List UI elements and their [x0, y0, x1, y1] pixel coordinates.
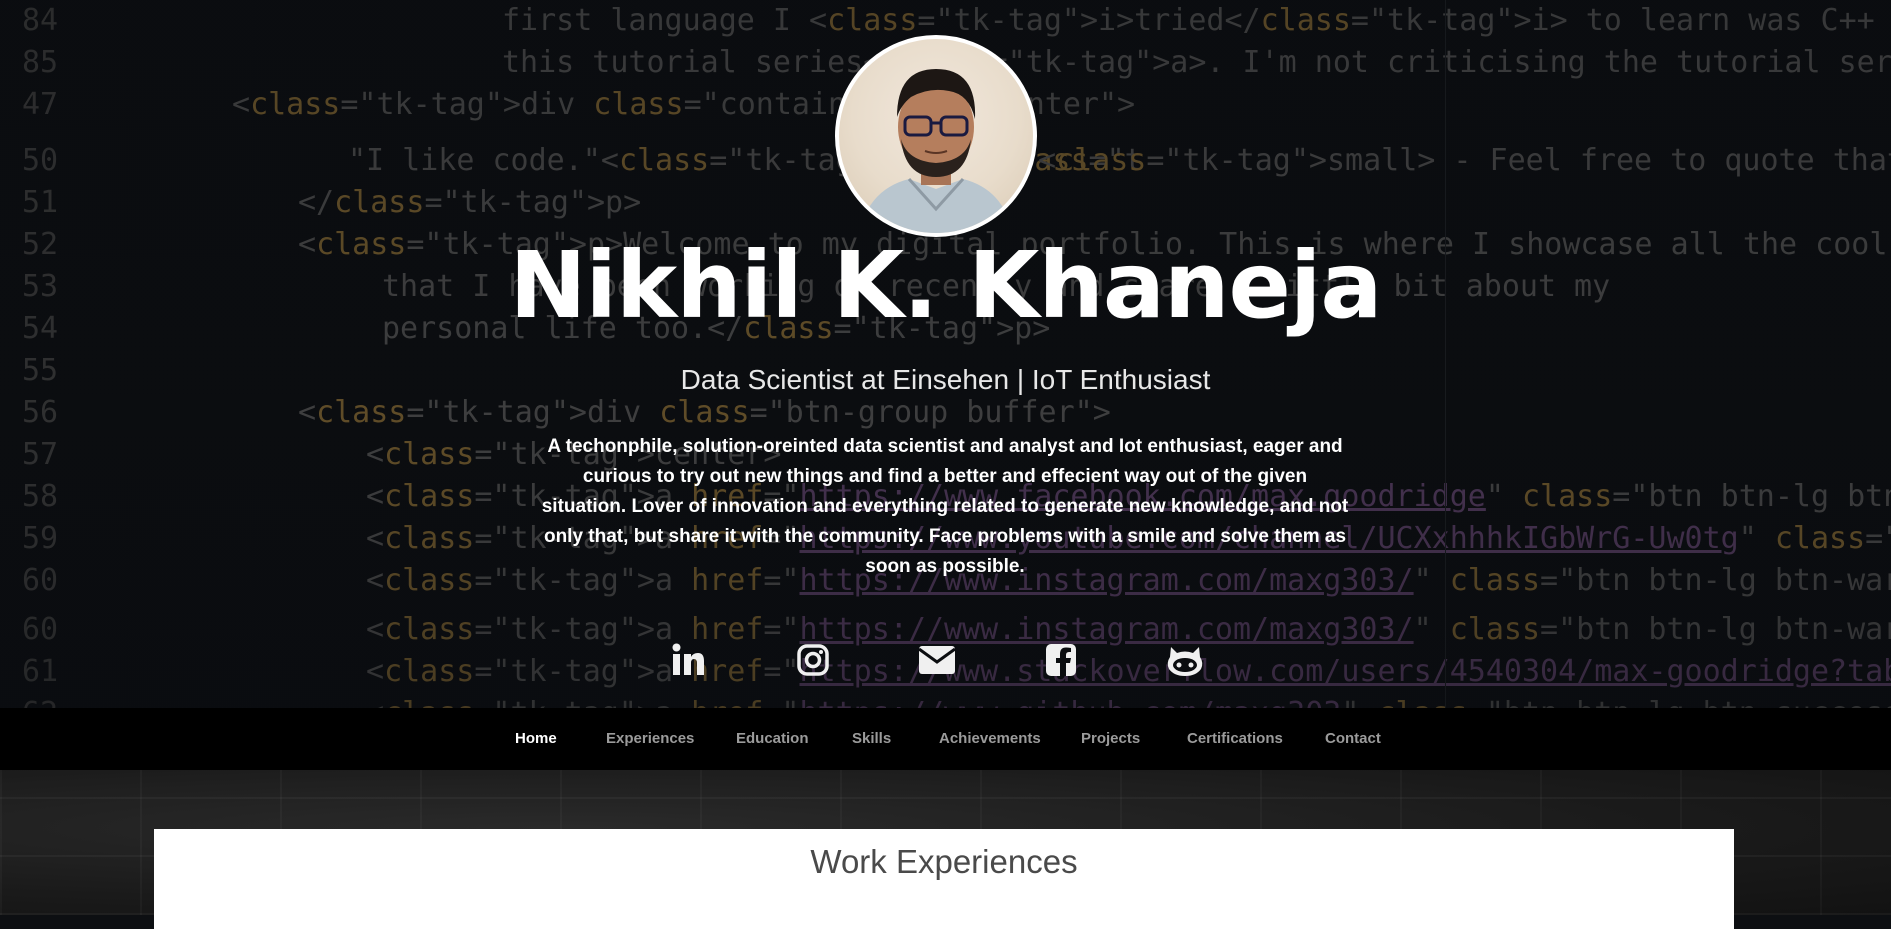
nav-certifications[interactable]: Certifications [1187, 708, 1283, 770]
nav-skills[interactable]: Skills [852, 708, 891, 770]
section-title: Work Experiences [810, 843, 1078, 880]
hero-section: 84first language I <class="tk-tag">i>tri… [0, 0, 1891, 708]
experience-card: Work Experiences [154, 829, 1734, 929]
content-background: Work Experiences [0, 770, 1891, 929]
nav-education[interactable]: Education [736, 708, 809, 770]
email-icon[interactable] [917, 640, 957, 680]
profile-photo [835, 35, 1037, 237]
facebook-icon[interactable] [1041, 640, 1081, 680]
profile-bio: A techonphile, solution-oreinted data sc… [541, 436, 1349, 577]
instagram-icon[interactable] [793, 640, 833, 680]
nav-achievements[interactable]: Achievements [939, 708, 1041, 770]
linkedin-icon[interactable] [668, 640, 708, 680]
profile-tagline: Data Scientist at Einsehen | IoT Enthusi… [680, 364, 1211, 395]
nav-experiences[interactable]: Experiences [606, 708, 694, 770]
github-icon[interactable] [1165, 640, 1205, 680]
profile-name: Nikhil K. Khaneja [509, 232, 1383, 339]
nav-home[interactable]: Home [515, 708, 557, 770]
nav-projects[interactable]: Projects [1081, 708, 1140, 770]
nav-contact[interactable]: Contact [1325, 708, 1381, 770]
main-navbar: Home Experiences Education Skills Achiev… [0, 708, 1891, 770]
